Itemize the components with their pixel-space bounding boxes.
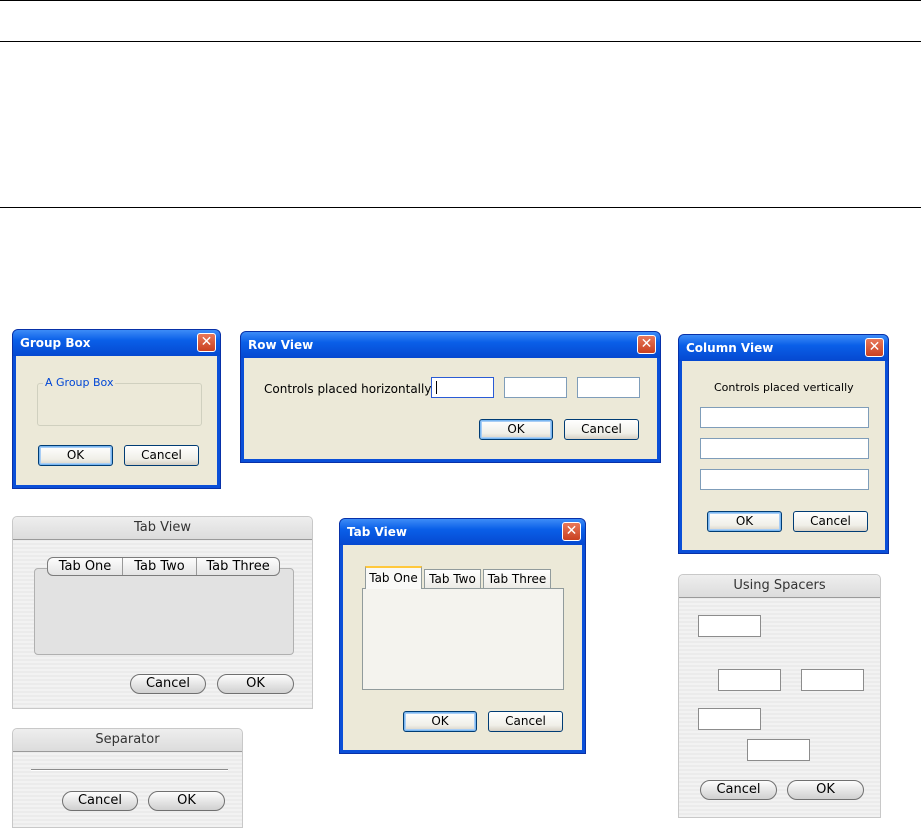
window-title: Column View <box>686 341 774 355</box>
text-field-1[interactable] <box>700 407 869 428</box>
spacers-window: Using Spacers Cancel OK <box>678 574 881 818</box>
close-icon[interactable]: ✕ <box>197 333 216 352</box>
tab-three[interactable]: Tab Three <box>197 558 279 575</box>
xp-tab-view-window: Tab View ✕ Tab One Tab Two Tab Three OK … <box>339 518 586 754</box>
client-area: Controls placed horizontally OK Cancel <box>244 358 657 459</box>
table-rule-middle <box>0 41 921 42</box>
table-rule-top <box>0 0 921 1</box>
segmented-tabs: Tab One Tab Two Tab Three <box>47 557 280 576</box>
tab-one[interactable]: Tab One <box>48 558 123 575</box>
tab-three[interactable]: Tab Three <box>483 569 551 588</box>
window-title: Row View <box>248 338 314 352</box>
tab-two[interactable]: Tab Two <box>424 569 481 588</box>
client-area: Tab One Tab Two Tab Three OK Cancel <box>343 545 582 750</box>
client-area: A Group Box OK Cancel <box>16 356 217 485</box>
text-field-1[interactable] <box>698 615 761 637</box>
text-field-5[interactable] <box>747 739 810 761</box>
ok-button[interactable]: OK <box>38 445 113 466</box>
separator-window: Separator Cancel OK <box>12 728 243 828</box>
title-bar: Tab View ✕ <box>340 519 585 545</box>
column-view-window: Column View ✕ Controls placed vertically… <box>678 334 889 554</box>
tab-two[interactable]: Tab Two <box>123 558 197 575</box>
title-bar: Row View ✕ <box>241 332 660 358</box>
tab-one[interactable]: Tab One <box>365 566 422 589</box>
client-area: Controls placed vertically OK Cancel <box>682 361 885 550</box>
cancel-button[interactable]: Cancel <box>793 511 868 532</box>
column-label: Controls placed vertically <box>714 381 854 394</box>
separator-line <box>31 769 228 771</box>
close-icon[interactable]: ✕ <box>865 338 884 357</box>
text-field-2[interactable] <box>504 377 567 398</box>
cancel-button[interactable]: Cancel <box>564 419 639 440</box>
window-title: Using Spacers <box>679 575 880 598</box>
text-field-3[interactable] <box>700 469 869 490</box>
ok-button[interactable]: OK <box>217 674 294 694</box>
text-field-2[interactable] <box>700 438 869 459</box>
cancel-button[interactable]: Cancel <box>124 445 199 466</box>
table-rule-bottom <box>0 207 921 208</box>
window-title: Tab View <box>13 517 312 540</box>
cancel-button[interactable]: Cancel <box>700 780 777 800</box>
row-view-window: Row View ✕ Controls placed horizontally … <box>240 331 661 463</box>
title-bar: Group Box ✕ <box>13 330 220 356</box>
window-title: Group Box <box>20 336 91 350</box>
ok-button[interactable]: OK <box>707 511 782 532</box>
text-cursor <box>436 381 437 394</box>
cancel-button[interactable]: Cancel <box>488 711 563 732</box>
window-title: Separator <box>13 729 242 752</box>
ok-button[interactable]: OK <box>148 791 225 811</box>
group-box-window: Group Box ✕ A Group Box OK Cancel <box>12 329 221 489</box>
group-box-label: A Group Box <box>43 376 116 389</box>
tab-content-pane <box>362 588 564 690</box>
close-icon[interactable]: ✕ <box>562 522 581 541</box>
cancel-button[interactable]: Cancel <box>130 674 206 694</box>
text-field-1[interactable] <box>431 377 494 398</box>
text-field-3[interactable] <box>577 377 640 398</box>
ok-button[interactable]: OK <box>479 419 553 440</box>
window-title: Tab View <box>347 525 407 539</box>
group-box-frame <box>37 383 202 426</box>
text-field-4[interactable] <box>698 708 761 730</box>
text-field-2[interactable] <box>718 669 781 691</box>
title-bar: Column View ✕ <box>679 335 888 361</box>
tab-content-pane <box>34 568 294 655</box>
ok-button[interactable]: OK <box>403 711 477 732</box>
row-label: Controls placed horizontally <box>264 382 432 396</box>
text-field-3[interactable] <box>801 669 864 691</box>
mac-tab-view-window: Tab View Tab One Tab Two Tab Three Cance… <box>12 516 313 709</box>
close-icon[interactable]: ✕ <box>637 335 656 354</box>
ok-button[interactable]: OK <box>787 780 864 800</box>
cancel-button[interactable]: Cancel <box>62 791 138 811</box>
